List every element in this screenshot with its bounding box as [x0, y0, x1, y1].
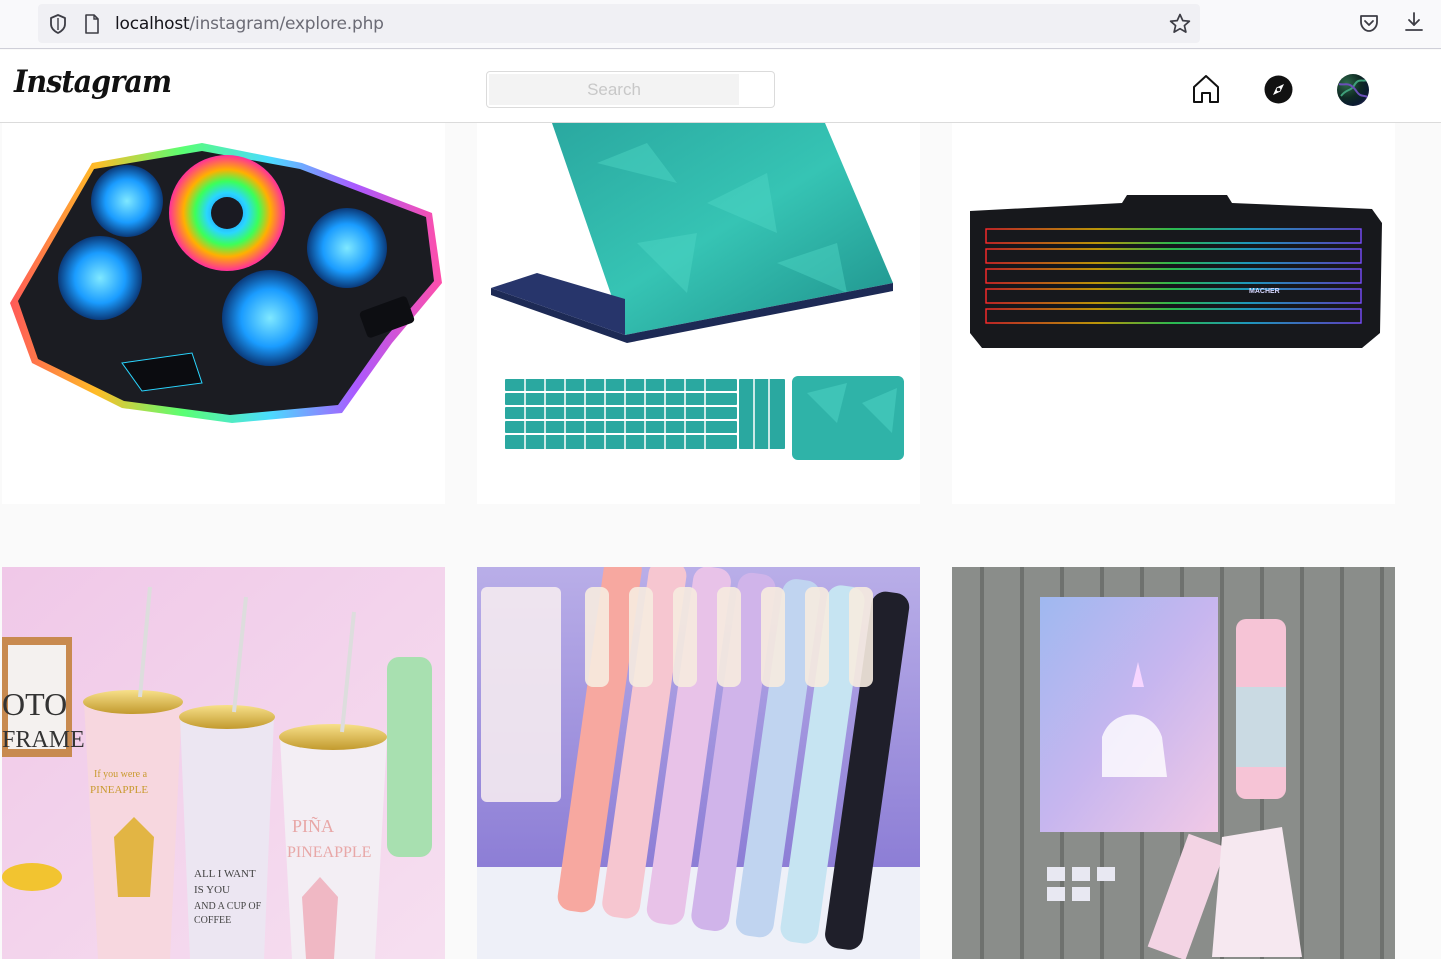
gaming-keyboard-image: MACHER: [952, 123, 1395, 504]
tumbler-text-and-a-cup: AND A CUP OF: [194, 901, 262, 912]
tumblers-image: OTO FRAME If you were a PINEAPPLE ALL I …: [2, 567, 445, 959]
explore-post-tumblers[interactable]: OTO FRAME If you were a PINEAPPLE ALL I …: [2, 567, 445, 959]
explore-compass-icon[interactable]: [1263, 74, 1294, 105]
browser-toolbar: localhost/instagram/explore.php: [0, 0, 1441, 49]
home-icon[interactable]: [1190, 73, 1222, 105]
explore-post-unicorn-notebook[interactable]: [952, 567, 1395, 959]
explore-grid: MACHER OTO FRAME If you were a PINEAPPLE: [0, 123, 1441, 959]
frame-text-oto: OTO: [2, 686, 67, 722]
tumbler-text-all-i-want: ALL I WANT: [194, 868, 256, 880]
instagram-header: Instagram: [0, 50, 1441, 123]
cooling-pad-image: [2, 123, 445, 504]
tumbler-text-pineapple-1: PINEAPPLE: [90, 784, 148, 796]
pocket-icon[interactable]: [1358, 12, 1380, 34]
url-text[interactable]: localhost/instagram/explore.php: [115, 14, 384, 34]
tumbler-text-pina: PIÑA: [292, 815, 334, 836]
explore-post-laptop-skin[interactable]: [477, 123, 920, 504]
frame-text-frame: FRAME: [2, 727, 85, 753]
tumbler-text-pineapple-2: PINEAPPLE: [287, 844, 371, 861]
page-icon[interactable]: [84, 14, 100, 34]
tumbler-text-coffee: COFFEE: [194, 915, 231, 926]
download-icon[interactable]: [1402, 10, 1426, 34]
search-input[interactable]: [489, 74, 739, 105]
shield-icon[interactable]: [48, 13, 68, 35]
instagram-logo[interactable]: Instagram: [14, 64, 172, 100]
laptop-skin-image: [477, 123, 920, 504]
bookmark-star-icon[interactable]: [1168, 12, 1192, 36]
explore-post-pens[interactable]: [477, 567, 920, 959]
tumbler-text-is-you: IS YOU: [194, 884, 230, 896]
keyboard-brand-text: MACHER: [1249, 288, 1280, 295]
explore-post-cooling-pad[interactable]: [2, 123, 445, 504]
unicorn-notebook-image: [952, 567, 1395, 959]
pens-image: [477, 567, 920, 959]
explore-post-gaming-keyboard[interactable]: MACHER: [952, 123, 1395, 504]
address-bar[interactable]: localhost/instagram/explore.php: [38, 4, 1200, 43]
url-host: localhost: [115, 14, 190, 34]
search-box[interactable]: [486, 71, 775, 108]
url-path: /instagram/explore.php: [189, 14, 384, 34]
tumbler-text-if-you-were: If you were a: [94, 769, 148, 780]
profile-avatar[interactable]: [1337, 74, 1369, 106]
